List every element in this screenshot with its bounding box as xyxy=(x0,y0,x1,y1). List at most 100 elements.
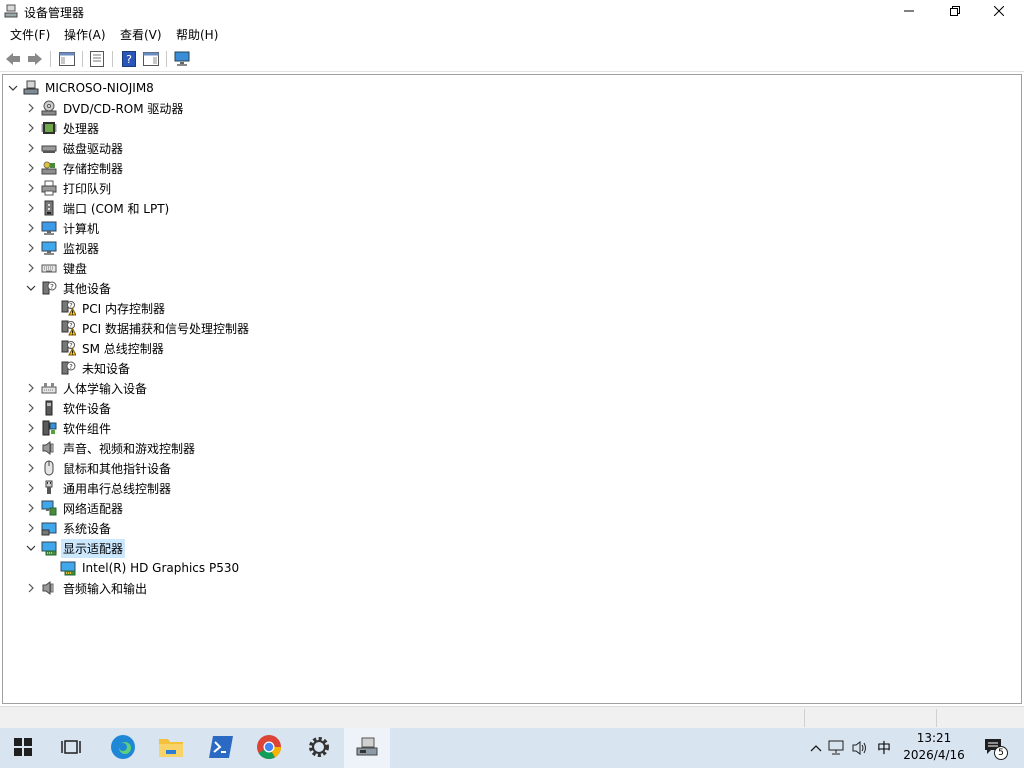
expand-chevron-icon[interactable] xyxy=(25,178,37,198)
tree-category[interactable]: 网络适配器 xyxy=(25,498,125,518)
tree-item-label: SM 总线控制器 xyxy=(82,341,164,356)
unknown-device-icon: ? xyxy=(60,360,76,376)
tree-item-label: 网络适配器 xyxy=(63,501,124,516)
tree-category[interactable]: 端口 (COM 和 LPT) xyxy=(25,198,171,218)
device-manager-taskbar-button[interactable] xyxy=(344,728,390,768)
expand-chevron-icon[interactable] xyxy=(25,398,37,418)
tree-category[interactable]: 磁盘驱动器 xyxy=(25,138,125,158)
software-device-icon xyxy=(41,400,57,416)
input-method-indicator[interactable]: 中 xyxy=(872,738,896,758)
tree-item-label: 磁盘驱动器 xyxy=(63,141,124,156)
tree-device[interactable]: Intel(R) HD Graphics P530 xyxy=(60,558,241,578)
minimize-button[interactable] xyxy=(886,0,932,22)
tree-category[interactable]: 存储控制器 xyxy=(25,158,125,178)
tree-item-label: 鼠标和其他指针设备 xyxy=(63,461,172,476)
system-device-icon xyxy=(41,520,57,536)
tree-device[interactable]: ? SM 总线控制器 xyxy=(60,338,166,358)
tree-item-label: 监视器 xyxy=(63,241,100,256)
tree-category[interactable]: 监视器 xyxy=(25,238,101,258)
expand-chevron-icon[interactable] xyxy=(25,418,37,438)
computer-icon xyxy=(41,220,57,236)
expand-chevron-icon[interactable] xyxy=(25,198,37,218)
edge-button[interactable] xyxy=(100,728,146,768)
close-button[interactable] xyxy=(976,0,1022,22)
start-icon xyxy=(14,737,32,759)
expand-chevron-icon[interactable] xyxy=(25,458,37,478)
tree-category[interactable]: 通用串行总线控制器 xyxy=(25,478,173,498)
tree-root-computer[interactable]: MICROSO-NIOJIM8 xyxy=(7,78,156,98)
toolbar-separator xyxy=(50,51,51,67)
expand-chevron-icon[interactable] xyxy=(25,218,37,238)
tree-category[interactable]: 系统设备 xyxy=(25,518,113,538)
back-arrow-icon[interactable] xyxy=(4,50,22,68)
tree-category[interactable]: 人体学输入设备 xyxy=(25,378,149,398)
tree-category[interactable]: 软件组件 xyxy=(25,418,113,438)
tree-device[interactable]: ? PCI 内存控制器 xyxy=(60,298,167,318)
taskbar: 中 13:21 2026/4/16 5 xyxy=(0,728,1024,768)
expand-chevron-icon[interactable] xyxy=(25,438,37,458)
printer-icon xyxy=(41,180,57,196)
menu-action[interactable]: 操作(A) xyxy=(64,26,106,43)
task-view-button[interactable] xyxy=(48,728,94,768)
expand-chevron-icon[interactable] xyxy=(25,238,37,258)
expand-chevron-icon[interactable] xyxy=(25,578,37,598)
tree-category[interactable]: 键盘 xyxy=(25,258,89,278)
forward-arrow-icon[interactable] xyxy=(26,50,44,68)
scan-hardware-icon[interactable] xyxy=(174,50,192,68)
properties-icon[interactable] xyxy=(88,50,106,68)
expand-chevron-icon[interactable] xyxy=(25,378,37,398)
tree-category[interactable]: 音频输入和输出 xyxy=(25,578,149,598)
start-button[interactable] xyxy=(0,728,46,768)
tree-category[interactable]: 处理器 xyxy=(25,118,101,138)
tree-device[interactable]: ? PCI 数据捕获和信号处理控制器 xyxy=(60,318,251,338)
expand-chevron-icon[interactable] xyxy=(25,258,37,278)
network-icon[interactable] xyxy=(824,740,848,756)
settings-button[interactable] xyxy=(296,728,342,768)
notification-count-badge: 5 xyxy=(994,746,1008,760)
help-icon[interactable]: ? xyxy=(120,50,138,68)
edge-icon xyxy=(110,734,136,763)
tree-category[interactable]: ? 其他设备 xyxy=(25,278,113,298)
expand-chevron-icon[interactable] xyxy=(25,138,37,158)
tree-category[interactable]: 打印队列 xyxy=(25,178,113,198)
tree-category[interactable]: 声音、视频和游戏控制器 xyxy=(25,438,197,458)
expand-chevron-icon[interactable] xyxy=(25,518,37,538)
expand-chevron-icon[interactable] xyxy=(25,118,37,138)
expand-chevron-icon[interactable] xyxy=(25,478,37,498)
window-title: 设备管理器 xyxy=(24,6,85,20)
tree-device[interactable]: ? 未知设备 xyxy=(60,358,132,378)
volume-icon[interactable] xyxy=(848,740,872,756)
menu-file[interactable]: 文件(F) xyxy=(10,26,50,43)
menu-view[interactable]: 查看(V) xyxy=(120,26,162,43)
svg-text:?: ? xyxy=(126,53,132,66)
expand-chevron-icon[interactable] xyxy=(25,158,37,178)
collapse-chevron-icon[interactable] xyxy=(7,78,19,98)
tree-category[interactable]: DVD/CD-ROM 驱动器 xyxy=(25,98,185,118)
storage-controller-icon xyxy=(41,160,57,176)
notification-center-button[interactable]: 5 xyxy=(974,728,1014,768)
show-hidden-icons-chevron-icon[interactable] xyxy=(808,744,824,752)
tree-category[interactable]: 显示适配器 xyxy=(25,538,126,558)
tree-category[interactable]: 计算机 xyxy=(25,218,101,238)
settings-icon xyxy=(307,735,331,762)
toolbar-separator xyxy=(82,51,83,67)
expand-chevron-icon[interactable] xyxy=(25,498,37,518)
powershell-button[interactable] xyxy=(198,728,244,768)
collapse-chevron-icon[interactable] xyxy=(25,278,37,298)
show-hide-console-tree-icon[interactable] xyxy=(58,50,76,68)
tree-item-label: 打印队列 xyxy=(63,181,112,196)
restore-button[interactable] xyxy=(932,0,978,22)
file-explorer-button[interactable] xyxy=(148,728,194,768)
tree-item-label: 显示适配器 xyxy=(61,538,126,558)
action-pane-icon[interactable] xyxy=(142,50,160,68)
tree-item-label: 音频输入和输出 xyxy=(63,581,148,596)
clock[interactable]: 13:21 2026/4/16 xyxy=(896,730,972,766)
expand-chevron-icon[interactable] xyxy=(25,98,37,118)
tree-category[interactable]: 鼠标和其他指针设备 xyxy=(25,458,173,478)
menu-help[interactable]: 帮助(H) xyxy=(176,26,218,43)
collapse-chevron-icon[interactable] xyxy=(25,538,37,558)
clock-time: 13:21 xyxy=(916,731,952,745)
chrome-button[interactable] xyxy=(246,728,292,768)
tree-category[interactable]: 软件设备 xyxy=(25,398,113,418)
processor-icon xyxy=(41,120,57,136)
